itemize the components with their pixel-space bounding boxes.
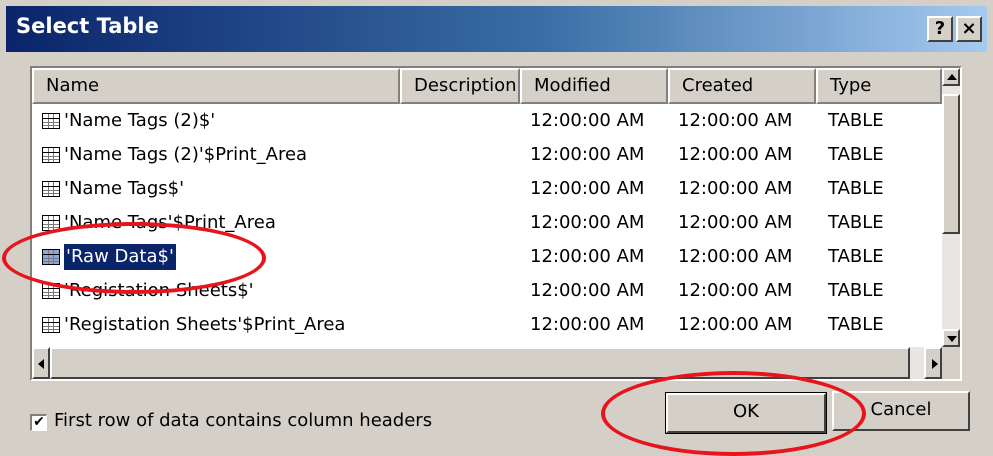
table-icon [42, 113, 60, 129]
row-created: 12:00:00 AM [678, 144, 793, 165]
table-list[interactable]: Name Description Modified Created Type '… [30, 66, 962, 381]
table-row[interactable]: 'Name Tags (2)'$Print_Area 12:00:00 AM 12:… [32, 138, 942, 172]
column-header-row: Name Description Modified Created Type [32, 68, 942, 104]
row-name: 'Registation Sheets$' [64, 280, 254, 301]
column-headers-checkbox[interactable]: ✔ [30, 414, 47, 431]
scroll-up-button[interactable] [942, 68, 960, 86]
row-modified: 12:00:00 AM [530, 212, 645, 233]
row-modified: 12:00:00 AM [530, 280, 645, 301]
table-row[interactable]: 'Name Tags'$Print_Area 12:00:00 AM 12:00:0… [32, 206, 942, 240]
row-modified: 12:00:00 AM [530, 314, 645, 335]
column-header-description[interactable]: Description [400, 68, 520, 104]
column-header-modified[interactable]: Modified [520, 68, 668, 104]
row-name-cell: 'Name Tags'$Print_Area [42, 206, 276, 240]
row-name: 'Raw Data$' [64, 244, 176, 270]
row-created: 12:00:00 AM [678, 314, 793, 335]
row-modified: 12:00:00 AM [530, 178, 645, 199]
arrow-down-icon [947, 336, 957, 342]
row-name-cell: 'Name Tags (2)'$Print_Area [42, 138, 307, 172]
row-type: TABLE [828, 110, 884, 131]
row-name-cell: 'Registation Sheets$' [42, 274, 254, 308]
vertical-scrollbar[interactable] [942, 68, 960, 347]
horizontal-scrollbar[interactable] [32, 347, 942, 379]
close-button[interactable]: × [956, 16, 982, 42]
table-icon [42, 147, 60, 163]
column-header-created[interactable]: Created [668, 68, 816, 104]
table-rows: 'Name Tags (2)$' 12:00:00 AM 12:00:00 AM TA… [32, 104, 942, 344]
arrow-up-icon [947, 74, 957, 80]
row-type: TABLE [828, 314, 884, 335]
arrow-left-icon [38, 359, 44, 369]
row-name: 'Registation Sheets'$Print_Area [64, 314, 346, 335]
table-row[interactable]: 'Registation Sheets$' 12:00:00 AM 12:00:00… [32, 274, 942, 308]
row-type: TABLE [828, 144, 884, 165]
table-row[interactable]: 'Name Tags$' 12:00:00 AM 12:00:00 AM TABLE [32, 172, 942, 206]
horizontal-scroll-thumb[interactable] [50, 347, 910, 379]
row-created: 12:00:00 AM [678, 212, 793, 233]
arrow-right-icon [932, 359, 938, 369]
table-icon [42, 249, 60, 265]
row-type: TABLE [828, 280, 884, 301]
row-modified: 12:00:00 AM [530, 144, 645, 165]
row-created: 12:00:00 AM [678, 178, 793, 199]
column-headers-checkbox-label[interactable]: First row of data contains column header… [54, 410, 432, 431]
row-created: 12:00:00 AM [678, 110, 793, 131]
row-created: 12:00:00 AM [678, 246, 793, 267]
row-name: 'Name Tags$' [64, 178, 185, 199]
row-type: TABLE [828, 246, 884, 267]
scroll-down-button[interactable] [942, 329, 960, 347]
row-name-cell: 'Name Tags (2)$' [42, 104, 215, 138]
window-title: Select Table [16, 14, 159, 38]
table-icon [42, 181, 60, 197]
table-row[interactable]: 'Raw Data$' 12:00:00 AM 12:00:00 AM TABLE [32, 240, 942, 274]
row-name: 'Name Tags (2)$' [64, 110, 216, 131]
row-name-cell: 'Raw Data$' [42, 240, 176, 274]
row-name-cell: 'Registation Sheets'$Print_Area [42, 308, 345, 342]
select-table-dialog: Select Table ? × Name Description Modifi… [0, 0, 993, 456]
table-row[interactable]: 'Registation Sheets'$Print_Area 12:00:00 … [32, 308, 942, 342]
row-modified: 12:00:00 AM [530, 246, 645, 267]
table-row[interactable]: 'Name Tags (2)$' 12:00:00 AM 12:00:00 AM TA… [32, 104, 942, 138]
help-button[interactable]: ? [927, 16, 953, 42]
title-bar: Select Table ? × [6, 6, 987, 52]
row-modified: 12:00:00 AM [530, 110, 645, 131]
ok-button[interactable]: OK [665, 392, 827, 434]
scroll-left-button[interactable] [32, 347, 50, 379]
row-name: 'Name Tags (2)'$Print_Area [64, 144, 308, 165]
table-icon [42, 283, 60, 299]
scroll-right-button[interactable] [924, 347, 942, 379]
cancel-button[interactable]: Cancel [832, 391, 970, 431]
row-created: 12:00:00 AM [678, 280, 793, 301]
scrollbar-corner [942, 347, 960, 379]
column-header-name[interactable]: Name [32, 68, 400, 104]
table-icon [42, 215, 60, 231]
row-name-cell: 'Name Tags$' [42, 172, 184, 206]
row-name: 'Name Tags'$Print_Area [64, 212, 276, 233]
table-icon [42, 317, 60, 333]
column-header-type[interactable]: Type [816, 68, 942, 104]
row-type: TABLE [828, 178, 884, 199]
row-type: TABLE [828, 212, 884, 233]
vertical-scroll-thumb[interactable] [942, 94, 960, 234]
